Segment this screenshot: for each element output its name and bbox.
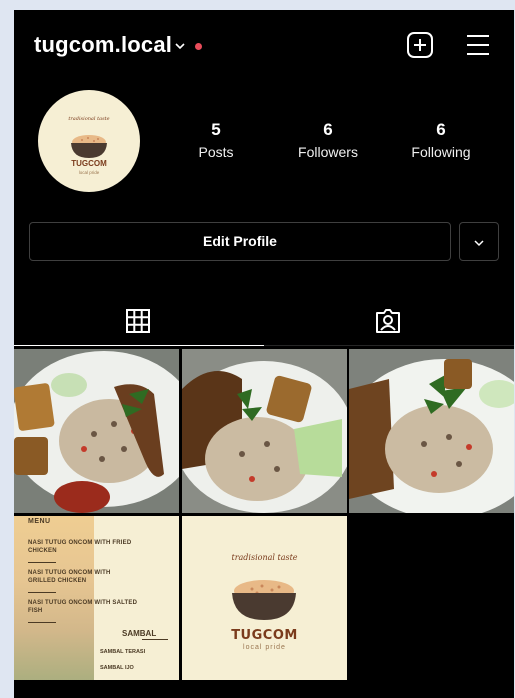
menu-item: NASI TUTUG ONCOM WITH SALTED FISH — [28, 600, 138, 614]
sambal-item: SAMBAL TERASI — [100, 649, 146, 655]
menu-item: NASI TUTUG ONCOM WITH GRILLED CHICKEN — [28, 570, 111, 584]
post-thumbnail[interactable]: tradisional taste TUGCOM local pride — [182, 516, 347, 680]
profile-screen: tugcom.local tradisional taste TUGCOM lo… — [14, 10, 514, 698]
posts-count[interactable]: 5 Posts — [161, 120, 271, 160]
notification-dot — [195, 43, 202, 50]
avatar-tagline: tradisional taste — [68, 116, 110, 122]
menu-item: NASI TUTUG ONCOM WITH FRIED CHICKEN — [28, 540, 132, 554]
discover-people-button[interactable] — [459, 222, 499, 261]
profile-avatar[interactable]: tradisional taste TUGCOM local pride — [38, 90, 140, 192]
avatar-subtitle: local pride — [78, 170, 100, 175]
chevron-down-icon — [474, 240, 484, 247]
bowl-logo-icon — [71, 135, 107, 158]
tab-posts-grid[interactable] — [14, 298, 264, 346]
post-thumbnail[interactable] — [182, 349, 347, 513]
menu-title: MENU — [28, 518, 51, 525]
chevron-down-icon[interactable] — [174, 40, 186, 52]
profile-tabs — [14, 298, 514, 346]
menu-divider — [28, 622, 56, 623]
top-bar: tugcom.local — [14, 10, 514, 80]
following-count-label: Following — [411, 144, 471, 160]
bowl-logo-icon — [232, 580, 296, 620]
menu-divider — [28, 562, 56, 563]
edit-profile-button[interactable]: Edit Profile — [29, 222, 451, 261]
followers-count[interactable]: 6 Followers — [273, 120, 383, 160]
avatar-brand-name: TUGCOM — [71, 159, 107, 168]
following-count-value: 6 — [436, 120, 446, 139]
sambal-item: SAMBAL IJO — [100, 665, 134, 671]
menu-divider — [28, 592, 56, 593]
tab-tagged[interactable] — [264, 298, 514, 346]
menu-card: MENU NASI TUTUG ONCOM WITH FRIED CHICKEN… — [14, 516, 179, 680]
logo-brand-name: TUGCOM — [231, 628, 298, 643]
followers-count-label: Followers — [298, 144, 358, 160]
logo-tagline: tradisional taste — [231, 553, 298, 562]
posts-count-label: Posts — [198, 144, 234, 160]
username-switcher[interactable]: tugcom.local — [34, 32, 172, 58]
new-post-icon[interactable] — [406, 31, 434, 59]
logo-card: tradisional taste TUGCOM local pride — [182, 516, 347, 680]
following-count[interactable]: 6 Following — [386, 120, 496, 160]
logo-subtitle: local pride — [243, 644, 286, 651]
post-thumbnail[interactable]: MENU NASI TUTUG ONCOM WITH FRIED CHICKEN… — [14, 516, 179, 680]
followers-count-value: 6 — [323, 120, 333, 139]
sambal-divider — [142, 639, 168, 640]
grid-icon — [126, 309, 150, 333]
sambal-heading: SAMBAL — [122, 629, 157, 638]
food-photo-icon — [14, 349, 179, 513]
hamburger-menu-icon[interactable] — [464, 31, 492, 59]
post-thumbnail[interactable] — [349, 349, 514, 513]
food-photo-icon — [182, 349, 347, 513]
post-thumbnail[interactable] — [14, 349, 179, 513]
food-photo-icon — [349, 349, 514, 513]
posts-count-value: 5 — [211, 120, 221, 139]
tagged-person-icon — [376, 309, 400, 333]
